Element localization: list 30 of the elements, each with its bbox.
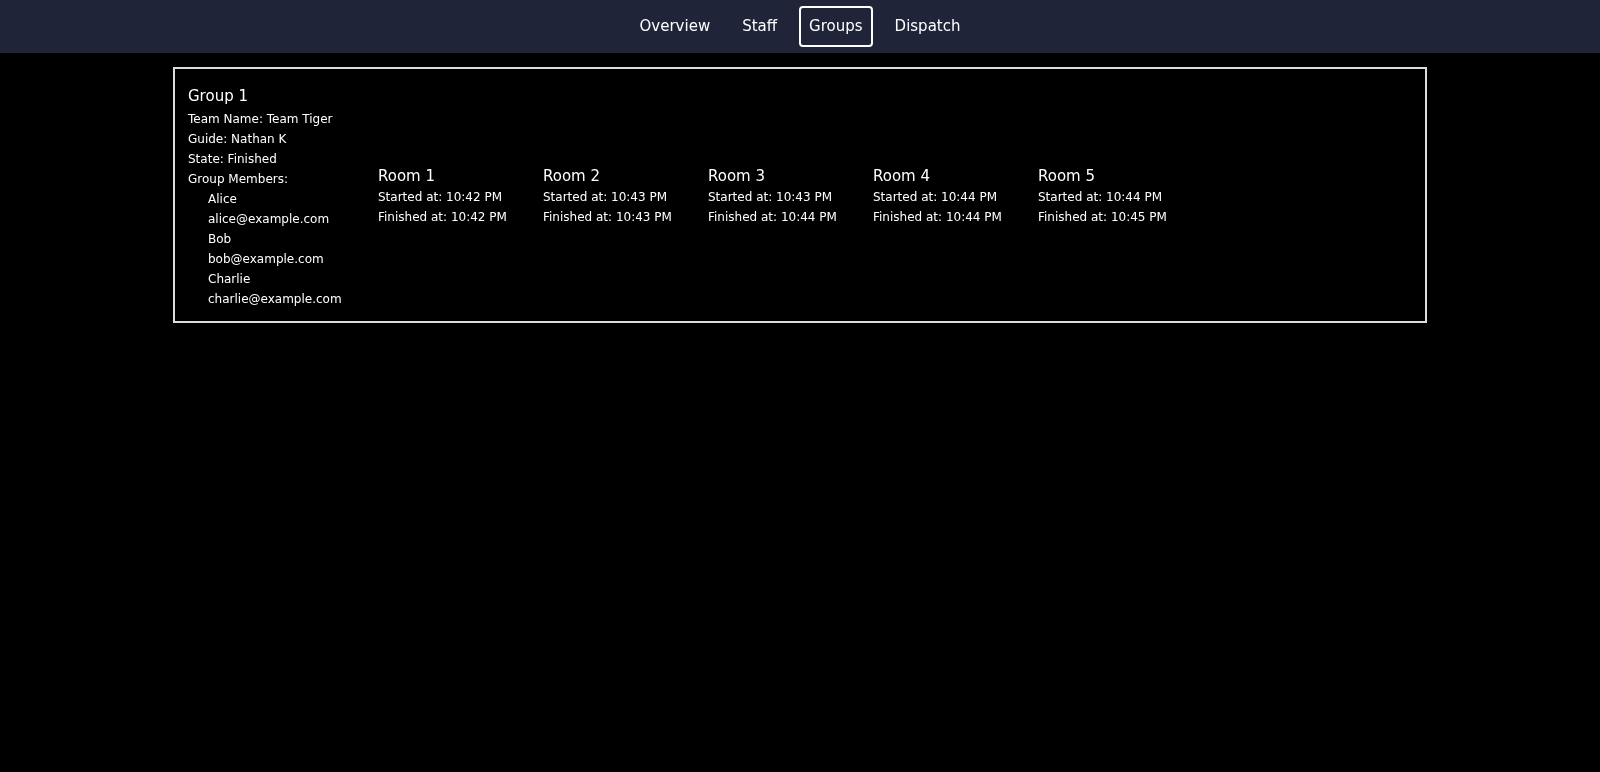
room-start-time: Started at: 10:43 PM xyxy=(543,189,669,206)
room-title: Room 5 xyxy=(1038,166,1097,187)
room-finish-time: Finished at: 10:44 PM xyxy=(708,209,838,226)
room-start-time: Started at: 10:43 PM xyxy=(708,189,834,206)
group-detail: Team Name: Team Tiger xyxy=(188,111,334,128)
member-name: Charlie xyxy=(208,271,252,288)
member-name: Alice xyxy=(208,191,238,208)
group-detail: Guide: Nathan K xyxy=(188,131,288,148)
room-title: Room 2 xyxy=(543,166,602,187)
room-finish-time: Finished at: 10:45 PM xyxy=(1038,209,1168,226)
member-email: charlie@example.com xyxy=(208,291,343,308)
room-title: Room 1 xyxy=(378,166,437,187)
nav-tab[interactable]: Groups xyxy=(799,6,873,47)
member-email: alice@example.com xyxy=(208,211,331,228)
group-title: Group 1 xyxy=(188,86,249,107)
room-finish-time: Finished at: 10:42 PM xyxy=(378,209,508,226)
members-label: Group Members: xyxy=(188,171,289,188)
nav-tab[interactable]: Staff xyxy=(732,6,788,47)
room-title: Room 3 xyxy=(708,166,767,187)
room-title: Room 4 xyxy=(873,166,932,187)
room-finish-time: Finished at: 10:44 PM xyxy=(873,209,1003,226)
member-name: Bob xyxy=(208,231,233,248)
group-detail: State: Finished xyxy=(188,151,278,168)
nav-tab[interactable]: Overview xyxy=(629,6,721,47)
room-finish-time: Finished at: 10:43 PM xyxy=(543,209,673,226)
room-start-time: Started at: 10:44 PM xyxy=(1038,189,1164,206)
room-start-time: Started at: 10:44 PM xyxy=(873,189,999,206)
member-email: bob@example.com xyxy=(208,251,325,268)
nav-tab[interactable]: Dispatch xyxy=(884,6,971,47)
room-start-time: Started at: 10:42 PM xyxy=(378,189,504,206)
